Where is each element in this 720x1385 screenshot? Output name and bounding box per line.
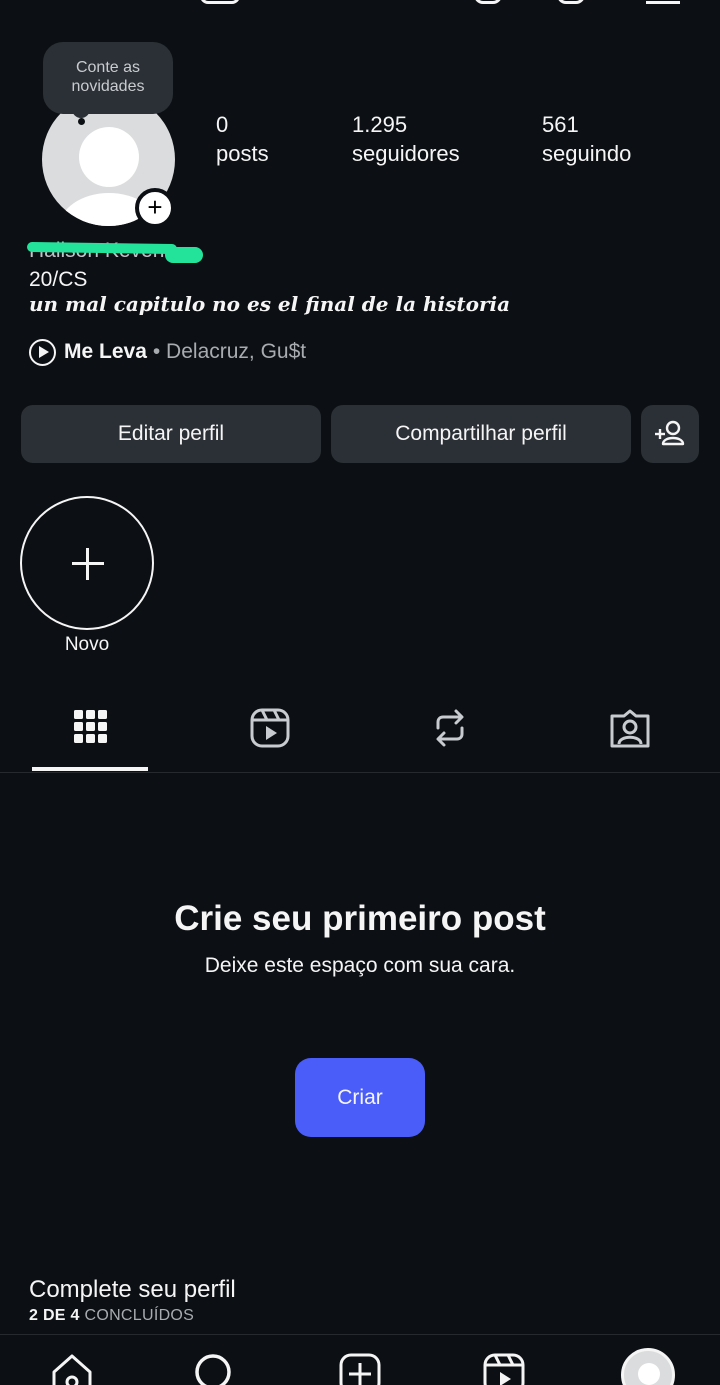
add-person-icon bbox=[655, 420, 685, 446]
complete-profile-progress: 2 DE 4 CONCLUÍDOS bbox=[29, 1307, 194, 1325]
empty-state-subtitle: Deixe este espaço com sua cara. bbox=[204, 954, 516, 977]
profile-music[interactable]: Me Leva • Delacruz, Gu$t bbox=[29, 338, 306, 366]
stat-label: seguidores bbox=[352, 141, 460, 166]
tagged-icon bbox=[610, 709, 650, 748]
top-bar-clipped bbox=[0, 0, 720, 10]
edit-profile-button[interactable]: Editar perfil bbox=[21, 405, 321, 463]
menu-icon bbox=[646, 0, 680, 4]
progress-done: 2 DE 4 bbox=[29, 1307, 80, 1324]
reels-icon bbox=[483, 1353, 525, 1385]
complete-profile-title: Complete seu perfil bbox=[29, 1276, 236, 1303]
stat-value: 561 bbox=[542, 112, 579, 137]
tooltip-dot bbox=[78, 118, 85, 125]
nav-divider bbox=[0, 1334, 720, 1335]
empty-state-title: Crie seu primeiro post bbox=[174, 899, 546, 938]
redaction-mark bbox=[165, 247, 203, 263]
tabs-divider bbox=[0, 772, 720, 773]
new-highlight-button[interactable] bbox=[20, 496, 154, 630]
redaction-mark bbox=[26, 241, 178, 255]
stat-label: seguindo bbox=[542, 141, 632, 166]
nav-create[interactable] bbox=[338, 1352, 382, 1385]
tooltip-text: Conte as novidades bbox=[71, 59, 145, 95]
tab-reels[interactable] bbox=[248, 706, 292, 750]
stat-following[interactable]: 561 seguindo bbox=[542, 110, 631, 168]
stat-value: 1.295 bbox=[352, 112, 408, 137]
notes-tooltip[interactable]: Conte as novidades bbox=[43, 42, 173, 114]
tab-posts[interactable] bbox=[68, 706, 112, 750]
bio-line: 20/CS bbox=[29, 268, 88, 291]
new-highlight-label: Novo bbox=[64, 634, 110, 655]
reels-icon bbox=[250, 708, 290, 748]
home-icon bbox=[52, 1354, 92, 1385]
stat-posts[interactable]: 0 posts bbox=[216, 110, 269, 168]
nav-home[interactable] bbox=[50, 1352, 94, 1385]
stat-followers[interactable]: 1.295 seguidores bbox=[352, 110, 460, 168]
add-icon bbox=[557, 0, 585, 4]
active-tab-indicator bbox=[32, 767, 148, 771]
add-story-plus-icon[interactable]: + bbox=[135, 188, 175, 228]
grid-icon bbox=[74, 710, 107, 743]
play-icon bbox=[29, 338, 56, 366]
nav-search[interactable] bbox=[192, 1352, 236, 1385]
create-post-button[interactable]: Criar bbox=[295, 1058, 425, 1137]
share-profile-button[interactable]: Compartilhar perfil bbox=[331, 405, 631, 463]
progress-rest: CONCLUÍDOS bbox=[84, 1307, 195, 1324]
repost-icon bbox=[436, 709, 464, 747]
search-icon bbox=[195, 1354, 231, 1385]
music-title: Me Leva bbox=[64, 340, 147, 363]
tab-tagged[interactable] bbox=[608, 706, 652, 750]
nav-profile-avatar[interactable] bbox=[621, 1348, 675, 1385]
profile-name-redacted: Hallson Keven bbox=[26, 239, 203, 263]
stat-label: posts bbox=[216, 141, 269, 166]
stat-value: 0 bbox=[216, 112, 229, 137]
discover-people-button[interactable] bbox=[641, 405, 699, 463]
music-artist: • Delacruz, Gu$t bbox=[152, 340, 307, 363]
threads-icon bbox=[474, 0, 502, 4]
create-icon bbox=[339, 1353, 381, 1385]
tab-reposts[interactable] bbox=[428, 706, 472, 750]
nav-reels[interactable] bbox=[482, 1352, 526, 1385]
bio-quote: un mal capitulo no es el final de la his… bbox=[29, 292, 511, 316]
username-chevron-fragment bbox=[200, 0, 240, 4]
